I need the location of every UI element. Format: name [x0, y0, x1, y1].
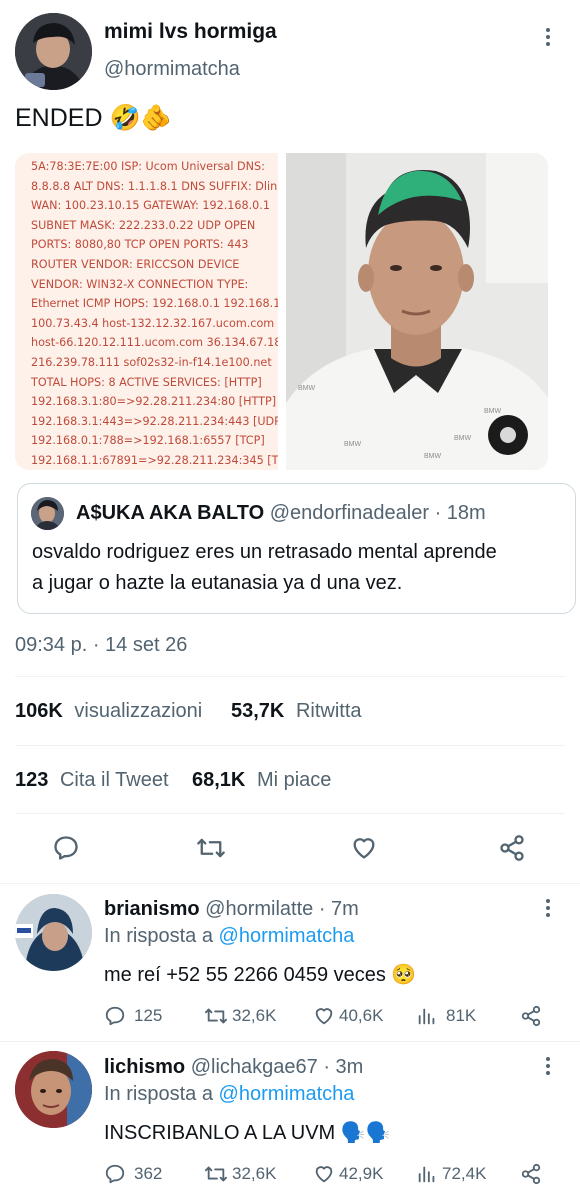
- views-stat[interactable]: 106K visualizzazioni: [15, 700, 202, 723]
- reply-author-avatar[interactable]: [15, 1051, 92, 1128]
- quotes-label: Cita il Tweet: [59, 769, 169, 791]
- tweet-timestamp[interactable]: 09:34 p. · 14 set 26: [15, 634, 187, 657]
- views-count-button[interactable]: 81K: [416, 1005, 476, 1027]
- retweets-label: Ritwitta: [295, 700, 362, 722]
- views-label: visualizzazioni: [74, 700, 203, 722]
- share-icon: [521, 1005, 541, 1027]
- reply-icon: [105, 1164, 125, 1184]
- author-avatar[interactable]: [15, 13, 92, 90]
- reply-text: me reí +52 55 2266 0459 veces 🥺: [104, 964, 417, 986]
- like-count-button[interactable]: 42,9K: [313, 1163, 383, 1185]
- retweet-icon: [197, 838, 225, 858]
- analytics-icon: [418, 1166, 435, 1183]
- ip-info-text: 5A:78:3E:7E:00 ISP: Ucom Universal DNS: …: [31, 160, 278, 467]
- quoted-text-line2: a jugar o hazte la eutanasia ya d una ve…: [32, 572, 403, 594]
- views-count-small: 72,4K: [442, 1164, 487, 1183]
- like-count: 42,9K: [339, 1164, 384, 1183]
- reply-more-options-icon[interactable]: [536, 1054, 560, 1078]
- quotes-count: 123: [15, 769, 49, 791]
- retweets-count: 53,7K: [231, 700, 285, 722]
- reply-tweet[interactable]: brianismo @hormilatte · 7m In risposta a…: [0, 884, 580, 1041]
- analytics-icon: [418, 1008, 435, 1025]
- reply-count-button[interactable]: 125: [104, 1005, 162, 1027]
- quoted-tweet[interactable]: A$UKA AKA BALTO @endorfinadealer · 18m o…: [17, 483, 576, 614]
- likes-stat[interactable]: 68,1K Mi piace: [192, 769, 331, 792]
- heart-icon: [315, 1166, 333, 1183]
- retweet-icon: [205, 1008, 227, 1024]
- reply-icon: [105, 1006, 125, 1026]
- shirt-text-1: BMW: [298, 385, 316, 392]
- author-display-name[interactable]: mimi lvs hormiga: [104, 20, 277, 44]
- shirt-text-5: BMW: [484, 408, 502, 415]
- reply-text: INSCRIBANLO A LA UVM 🗣️🗣️: [104, 1122, 391, 1144]
- shirt-text-3: BMW: [424, 453, 442, 460]
- reply-display-name[interactable]: brianismo: [104, 898, 200, 920]
- tweet-text: ENDED 🤣🫵: [15, 104, 172, 132]
- shirt-text-4: BMW: [454, 435, 472, 442]
- like-button[interactable]: [350, 834, 378, 867]
- likes-label: Mi piace: [256, 769, 332, 791]
- heart-icon: [315, 1008, 333, 1025]
- replying-to-link[interactable]: @hormimatcha: [219, 925, 355, 947]
- portrait-photo: [286, 153, 548, 470]
- replying-to-label: In risposta a: [104, 1083, 213, 1105]
- retweet-count-button[interactable]: 32,6K: [204, 1005, 276, 1027]
- more-options-icon[interactable]: [536, 25, 560, 49]
- views-count-small: 81K: [446, 1006, 477, 1025]
- retweet-count: 32,6K: [232, 1164, 277, 1183]
- quoted-display-name: A$UKA AKA BALTO: [76, 502, 265, 524]
- reply-count: 362: [134, 1164, 163, 1183]
- reply-handle[interactable]: @lichakgae67: [191, 1056, 318, 1078]
- reply-tweet[interactable]: lichismo @lichakgae67 · 3m In risposta a…: [0, 1042, 580, 1200]
- share-icon: [500, 835, 524, 861]
- reply-icon: [54, 836, 78, 860]
- retweets-stat[interactable]: 53,7K Ritwitta: [231, 700, 362, 723]
- reply-author-avatar[interactable]: [15, 894, 92, 971]
- reply-share-button[interactable]: [520, 1005, 542, 1032]
- reply-share-button[interactable]: [520, 1163, 542, 1190]
- retweet-count-button[interactable]: 32,6K: [204, 1163, 276, 1185]
- reply-button[interactable]: [52, 834, 80, 867]
- views-count-button[interactable]: 72,4K: [416, 1163, 486, 1185]
- retweet-count: 32,6K: [232, 1006, 277, 1025]
- replying-to-link[interactable]: @hormimatcha: [219, 1083, 355, 1105]
- quoted-text-line1: osvaldo rodriguez eres un retrasado ment…: [32, 541, 497, 563]
- replying-to-label: In risposta a: [104, 925, 213, 947]
- quotes-stat[interactable]: 123 Cita il Tweet: [15, 769, 169, 792]
- author-avatar-image: [15, 13, 92, 90]
- quoted-author-avatar: [31, 497, 64, 530]
- reply-display-name[interactable]: lichismo: [104, 1056, 185, 1078]
- likes-count: 68,1K: [192, 769, 246, 791]
- reply-handle[interactable]: @hormilatte: [205, 898, 313, 920]
- reply-time: · 7m: [318, 898, 359, 920]
- author-handle[interactable]: @hormimatcha: [104, 58, 240, 81]
- reply-count-button[interactable]: 362: [104, 1163, 162, 1185]
- share-icon: [521, 1163, 541, 1185]
- heart-icon: [353, 838, 375, 859]
- views-count: 106K: [15, 700, 63, 722]
- retweet-icon: [205, 1166, 227, 1182]
- media-image-portrait[interactable]: BMW BMW BMW BMW BMW: [286, 153, 548, 470]
- reply-time: · 3m: [323, 1056, 364, 1078]
- share-button[interactable]: [498, 834, 526, 867]
- retweet-button[interactable]: [196, 834, 226, 867]
- like-count-button[interactable]: 40,6K: [313, 1005, 383, 1027]
- media-image-ip-info[interactable]: 5A:78:3E:7E:00 ISP: Ucom Universal DNS: …: [15, 153, 278, 470]
- reply-more-options-icon[interactable]: [536, 896, 560, 920]
- quoted-handle: @endorfinadealer: [269, 502, 430, 524]
- quoted-time: · 18m: [434, 502, 486, 524]
- shirt-text-2: BMW: [344, 441, 362, 448]
- reply-count: 125: [134, 1006, 163, 1025]
- like-count: 40,6K: [339, 1006, 384, 1025]
